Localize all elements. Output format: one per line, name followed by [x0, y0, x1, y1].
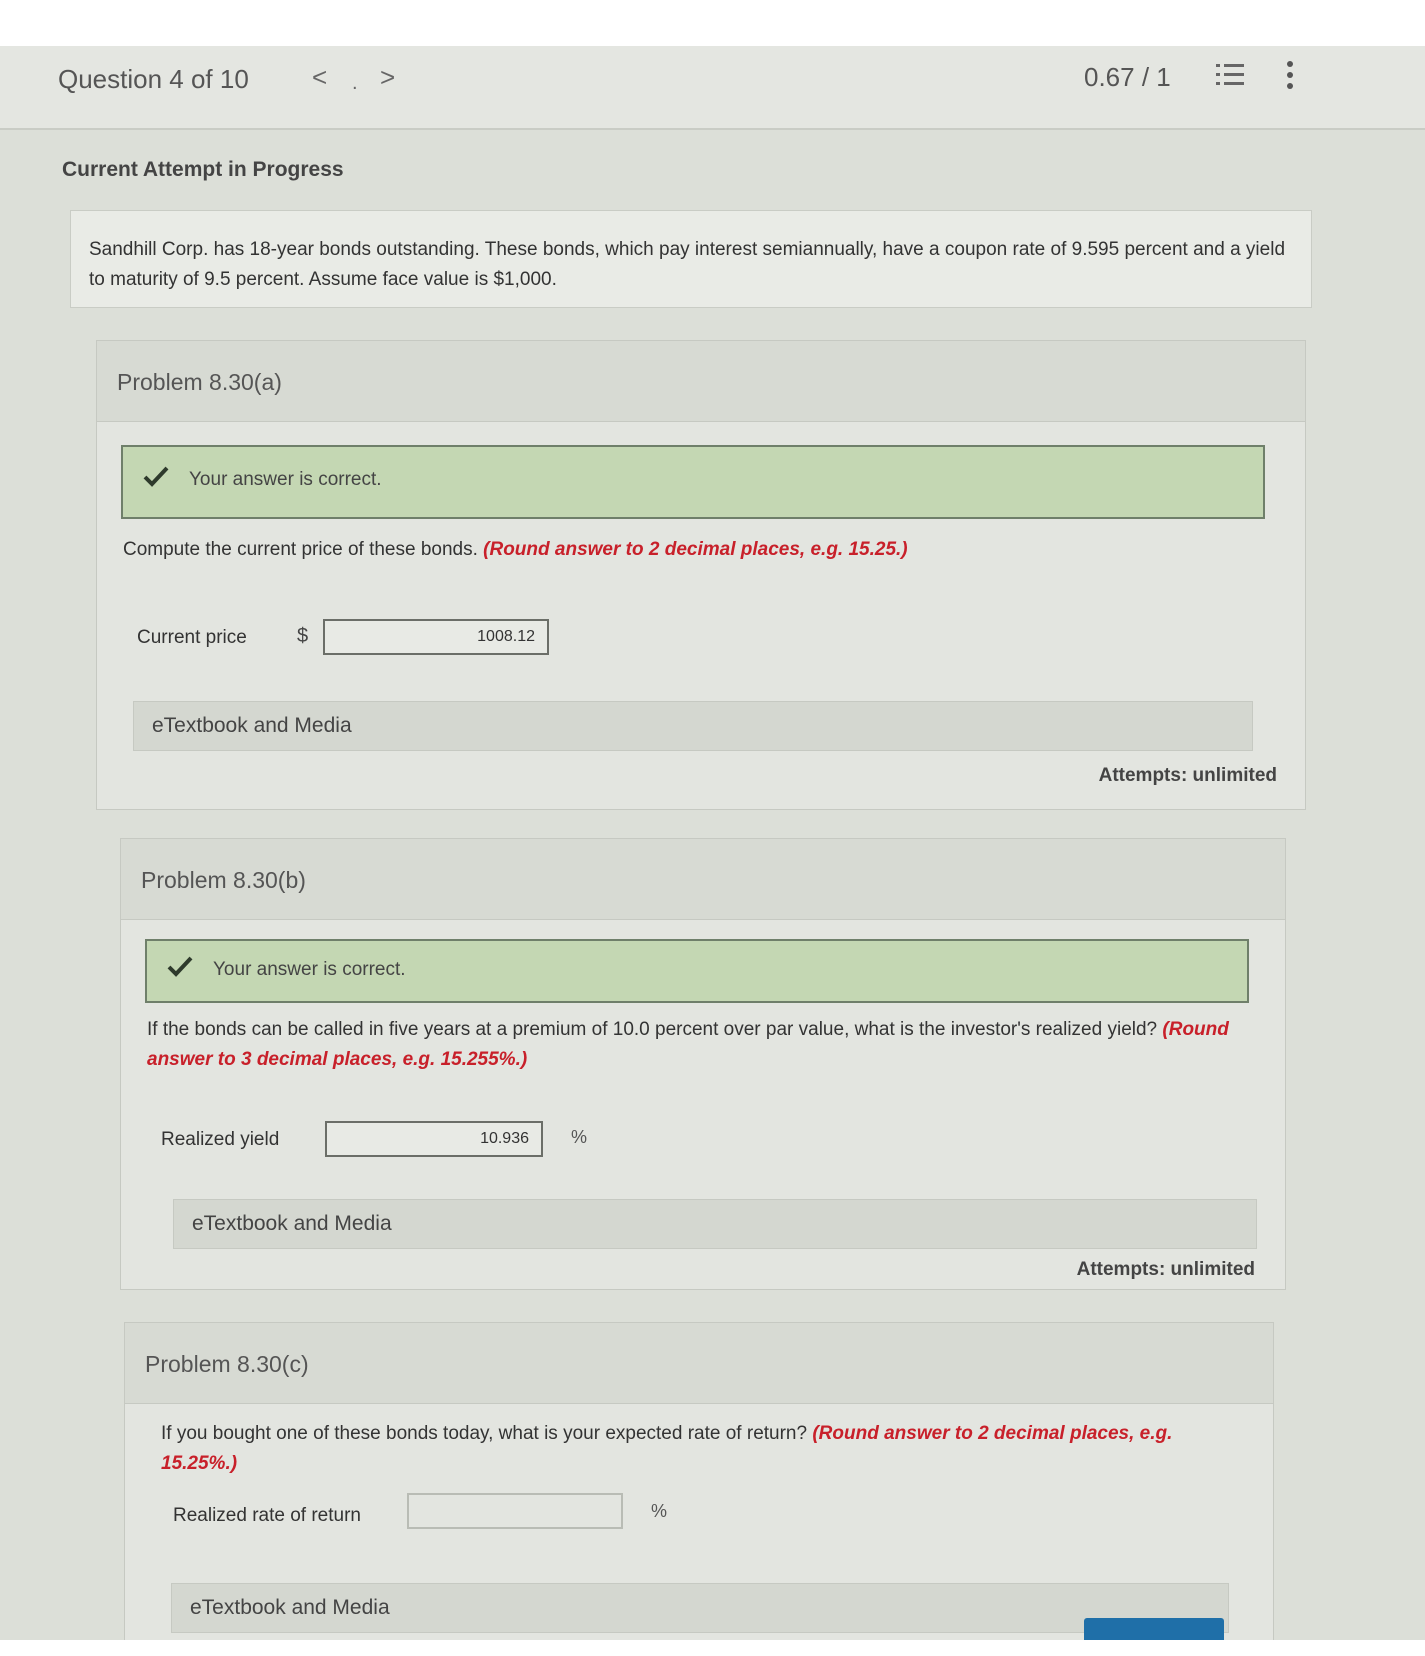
- part-a-question-text: Compute the current price of these bonds…: [123, 539, 478, 560]
- part-b-panel: Problem 8.30(b) Your answer is correct. …: [120, 838, 1286, 1290]
- part-a-feedback-text: Your answer is correct.: [189, 469, 382, 490]
- part-b-attempts: Attempts: unlimited: [1076, 1259, 1255, 1280]
- current-price-input[interactable]: [323, 619, 549, 655]
- question-counter: Question 4 of 10: [58, 64, 249, 94]
- part-c-title: Problem 8.30(c): [145, 1351, 309, 1377]
- more-vertical-icon[interactable]: [1284, 60, 1296, 90]
- realized-yield-label: Realized yield: [161, 1129, 280, 1150]
- part-b-feedback: Your answer is correct.: [145, 939, 1249, 1003]
- screen: Question 4 of 10 < . > 0.67 / 1 Current …: [0, 46, 1425, 1640]
- question-header: Question 4 of 10 < . > 0.67 / 1: [0, 46, 1425, 130]
- current-price-label: Current price: [137, 627, 247, 648]
- currency-symbol: $: [297, 625, 309, 647]
- part-b-etextbook-media[interactable]: eTextbook and Media: [173, 1199, 1257, 1249]
- check-icon: [167, 956, 193, 977]
- submit-answer-button[interactable]: [1084, 1618, 1224, 1640]
- list-icon[interactable]: [1216, 62, 1244, 88]
- part-c-question: If you bought one of these bonds today, …: [161, 1419, 1251, 1479]
- part-b-question: If the bonds can be called in five years…: [147, 1015, 1257, 1075]
- part-a-media-label: eTextbook and Media: [152, 714, 352, 737]
- percent-unit: %: [651, 1501, 668, 1521]
- part-a-question: Compute the current price of these bonds…: [123, 535, 1273, 565]
- part-a-attempts: Attempts: unlimited: [1098, 765, 1277, 786]
- part-a-panel: Problem 8.30(a) Your answer is correct. …: [96, 340, 1306, 810]
- score-display: 0.67 / 1: [1084, 62, 1171, 92]
- realized-yield-input[interactable]: [325, 1121, 543, 1157]
- part-c-panel: Problem 8.30(c) If you bought one of the…: [124, 1322, 1274, 1640]
- previous-question-button[interactable]: <: [312, 62, 327, 93]
- next-question-button[interactable]: >: [380, 62, 395, 93]
- part-a-rounding-hint: (Round answer to 2 decimal places, e.g. …: [483, 539, 908, 560]
- part-a-etextbook-media[interactable]: eTextbook and Media: [133, 701, 1253, 751]
- nav-separator: .: [352, 72, 358, 94]
- part-b-feedback-text: Your answer is correct.: [213, 959, 406, 980]
- realized-rate-of-return-input[interactable]: [407, 1493, 623, 1529]
- part-b-header: Problem 8.30(b): [121, 839, 1285, 920]
- part-a-header: Problem 8.30(a): [97, 341, 1305, 422]
- percent-unit: %: [571, 1127, 588, 1147]
- check-icon: [143, 466, 169, 487]
- part-c-media-label: eTextbook and Media: [190, 1596, 390, 1619]
- realized-rate-of-return-label: Realized rate of return: [173, 1505, 361, 1526]
- part-b-title: Problem 8.30(b): [141, 867, 306, 893]
- part-c-question-text: If you bought one of these bonds today, …: [161, 1423, 808, 1444]
- part-b-media-label: eTextbook and Media: [192, 1212, 392, 1235]
- part-c-etextbook-media[interactable]: eTextbook and Media: [171, 1583, 1229, 1633]
- question-prompt: Sandhill Corp. has 18-year bonds outstan…: [89, 239, 1286, 290]
- part-a-title: Problem 8.30(a): [117, 369, 282, 395]
- part-a-feedback: Your answer is correct.: [121, 445, 1265, 519]
- part-c-header: Problem 8.30(c): [125, 1323, 1273, 1404]
- question-prompt-box: Sandhill Corp. has 18-year bonds outstan…: [70, 210, 1312, 308]
- attempt-status: Current Attempt in Progress: [62, 158, 344, 181]
- part-b-question-text: If the bonds can be called in five years…: [147, 1019, 1158, 1040]
